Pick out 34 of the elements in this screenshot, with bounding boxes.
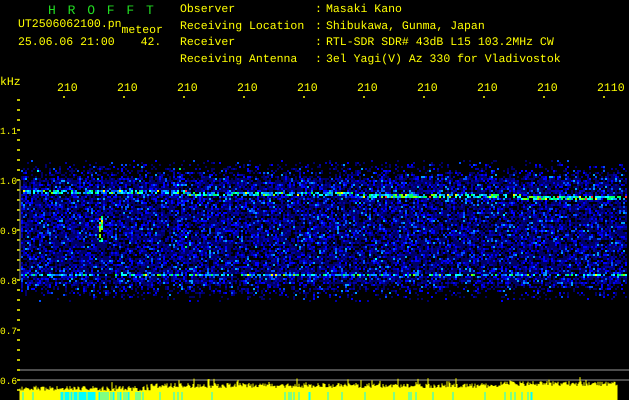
count-value: 42. xyxy=(140,36,162,48)
frequency-tick-label: 210 xyxy=(297,82,318,95)
level-tick-label: 0.8 xyxy=(0,276,18,287)
separator: : xyxy=(315,37,323,51)
separator: : xyxy=(315,54,323,68)
app-title: H R O F F T xyxy=(47,4,155,17)
separator: : xyxy=(315,20,323,34)
info-value: Shibukawa, Gunma, Japan xyxy=(326,20,486,34)
frequency-tick-label: 210 xyxy=(117,82,138,95)
level-tick-label: 0.6 xyxy=(0,376,18,387)
info-value: 3el Yagi(V) Az 330 for Vladivostok xyxy=(326,54,561,68)
level-tick-label: 1.0 xyxy=(0,176,18,187)
level-tick-label: 1.1 xyxy=(0,126,18,137)
info-label: Receiver xyxy=(180,37,236,51)
frequency-tick-label: 2110 xyxy=(597,82,625,95)
level-tick-label: 0.7 xyxy=(0,326,18,337)
axis-unit-label: kHz xyxy=(0,76,21,89)
frequency-tick-label: 210 xyxy=(357,82,378,95)
info-label: Observer xyxy=(180,4,236,18)
info-value: Masaki Kano xyxy=(326,4,403,18)
date-time: 25.06.06 21:00 xyxy=(18,36,115,48)
info-value: RTL-SDR SDR# 43dB L15 103.2MHz CW xyxy=(326,37,555,51)
info-label: Receiving Location xyxy=(180,20,306,34)
frequency-tick-label: 210 xyxy=(477,82,498,95)
separator: : xyxy=(315,4,323,18)
event-tag: meteor xyxy=(122,25,163,37)
info-label: Receiving Antenna xyxy=(180,54,298,68)
frequency-tick-label: 210 xyxy=(57,82,78,95)
frequency-tick-label: 210 xyxy=(177,82,198,95)
file-name: UT2506062100.pn xyxy=(18,19,122,31)
frequency-tick-label: 210 xyxy=(237,82,258,95)
frequency-tick-label: 210 xyxy=(537,82,558,95)
level-tick-label: 0.9 xyxy=(0,226,18,237)
frequency-tick-label: 210 xyxy=(417,82,438,95)
